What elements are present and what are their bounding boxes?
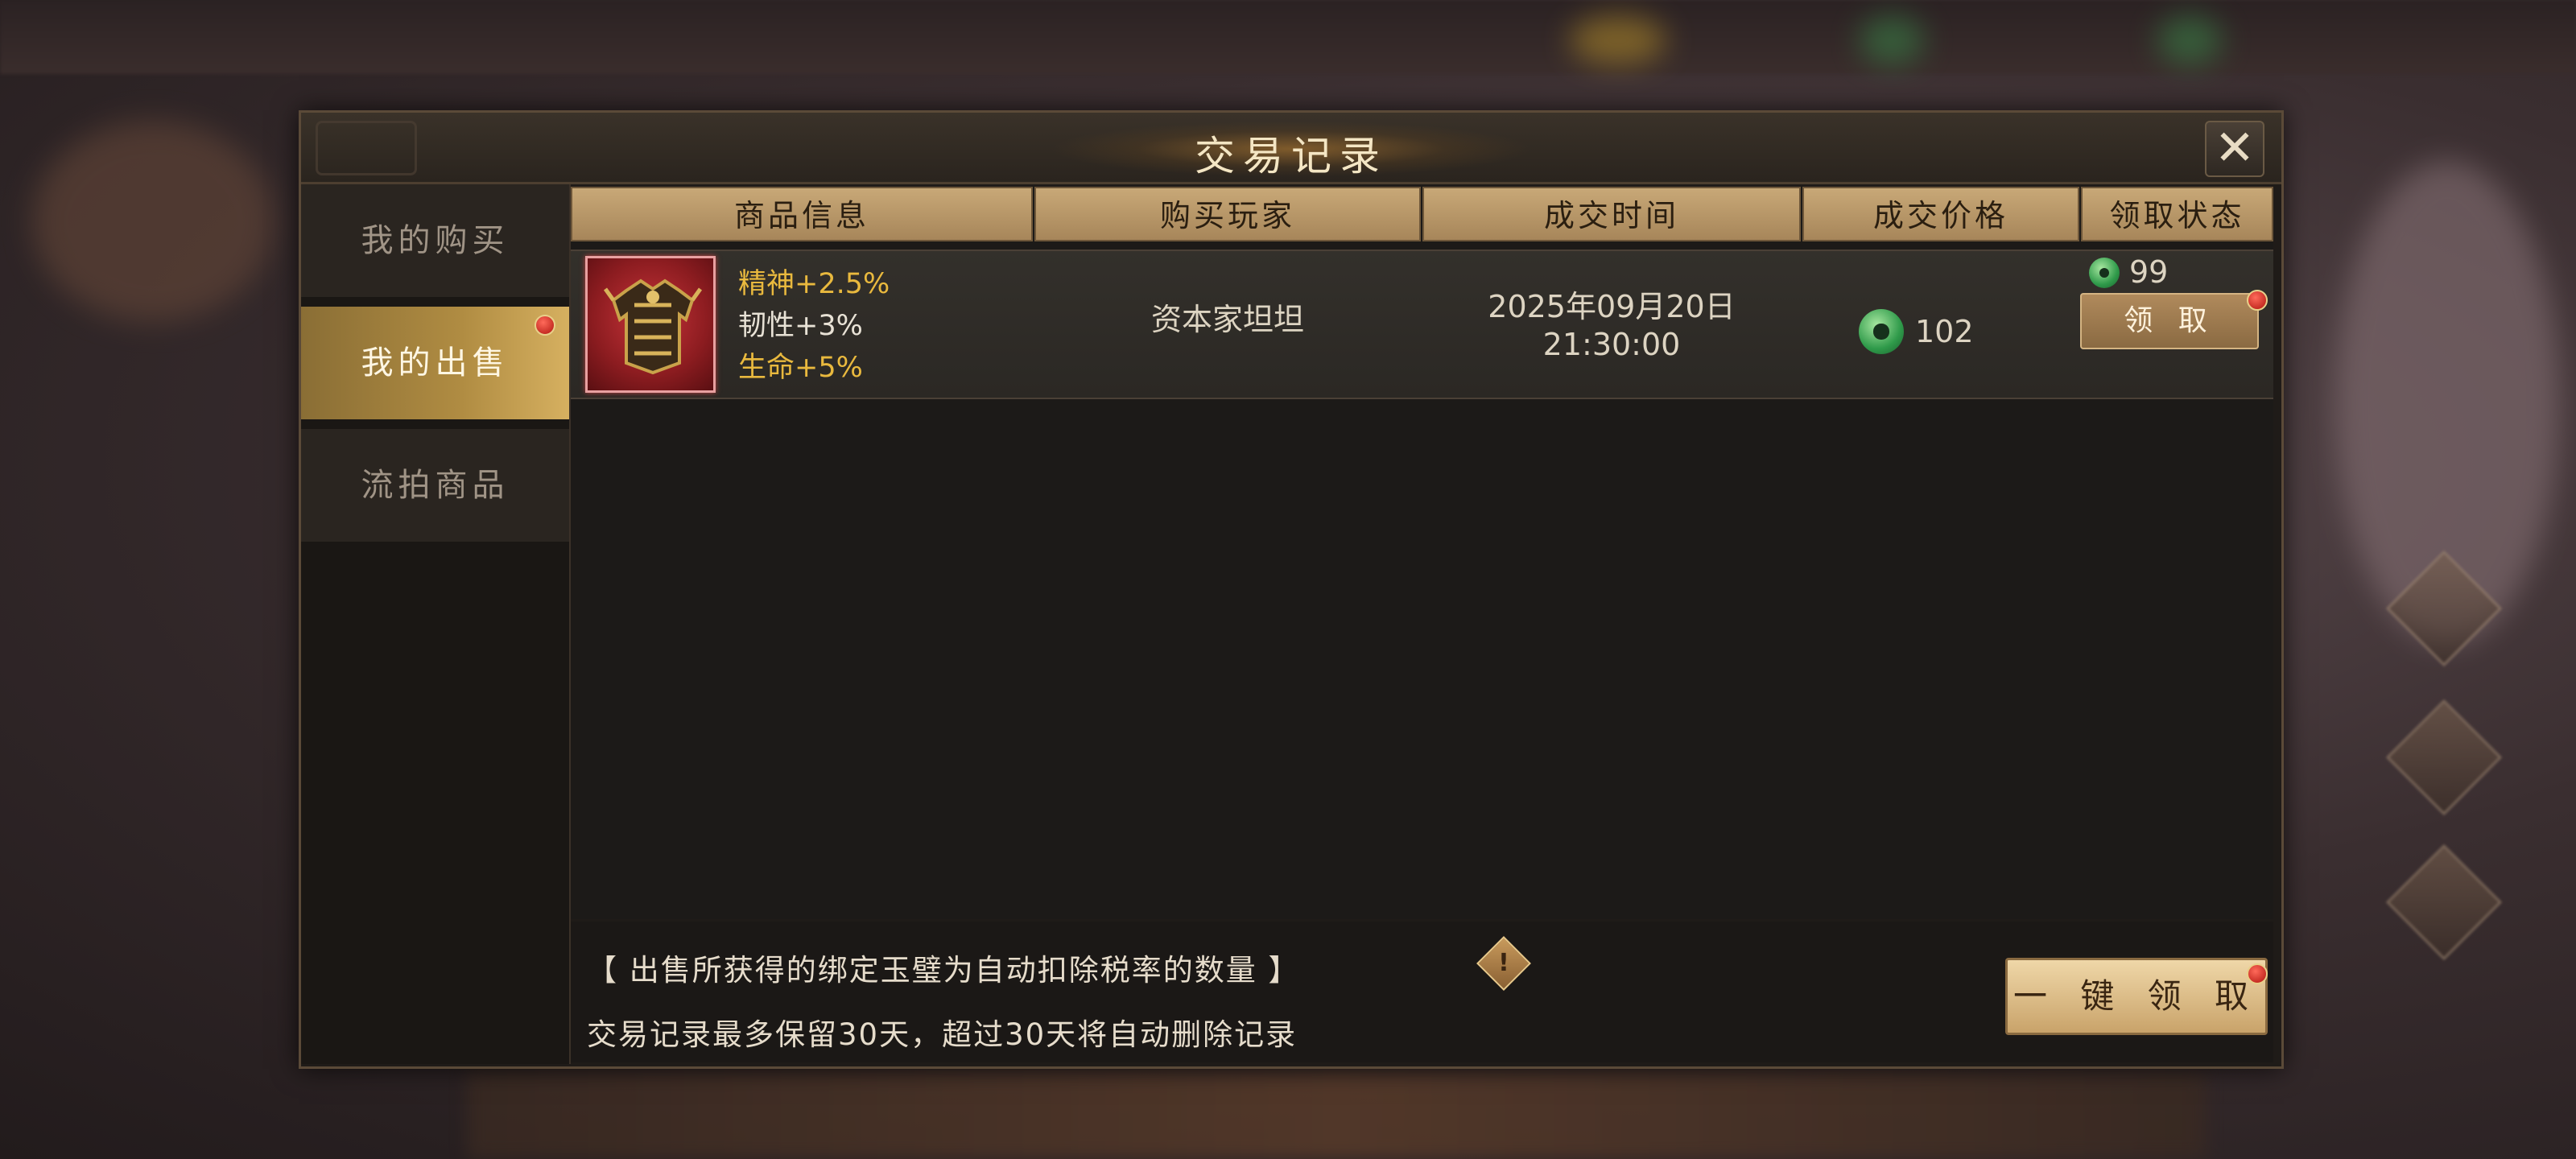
column-header-price: 成交价格 — [1802, 187, 2079, 241]
trade-time: 21:30:00 — [1542, 327, 1681, 362]
tab-unsold-items[interactable]: 流拍商品 — [301, 429, 569, 543]
claim-all-label: 一 键 领 取 — [2013, 976, 2260, 1016]
item-stat: 生命+5% — [738, 352, 863, 384]
tax-note: 【 出售所获得的绑定玉璧为自动扣除税率的数量 】 — [587, 953, 1300, 988]
background-blur — [2157, 16, 2222, 64]
dialog-title: 交易记录 — [1195, 133, 1388, 179]
background-bottom-bar — [467, 1070, 2206, 1159]
column-header-claim-status: 领取状态 — [2081, 187, 2273, 241]
claim-amount: 99 — [2129, 254, 2169, 290]
item-stat: 韧性+3% — [738, 310, 863, 342]
trade-record-dialog: 交易记录 ✕ 我的购买 我的出售 流拍商品 商品信息 购买玩家 成交时间 成交价… — [299, 110, 2284, 1069]
tab-label: 我的出售 — [361, 344, 510, 382]
trade-date: 2025年09月20日 — [1488, 289, 1736, 324]
dialog-footer: 【 出售所获得的绑定玉璧为自动扣除税率的数量 】 ! 交易记录最多保留30天，超… — [571, 922, 2273, 1062]
jade-coin-icon — [1859, 309, 1904, 354]
sidebar: 我的购买 我的出售 流拍商品 — [301, 184, 571, 1064]
side-menu-icon — [2385, 699, 2503, 816]
column-header-time: 成交时间 — [1422, 187, 1801, 241]
warning-mark: ! — [1498, 949, 1509, 977]
close-icon[interactable]: ✕ — [2205, 121, 2264, 177]
background-blur — [32, 121, 274, 322]
background-blur — [1860, 16, 1924, 64]
buyer-name: 资本家坦坦 — [1150, 302, 1304, 337]
claim-button[interactable]: 领 取 — [2080, 293, 2259, 349]
tab-my-purchases[interactable]: 我的购买 — [301, 184, 569, 299]
tab-my-sales[interactable]: 我的出售 — [301, 307, 569, 421]
notification-badge — [2247, 963, 2268, 984]
column-header-item-info: 商品信息 — [571, 187, 1033, 241]
notification-badge — [535, 315, 555, 336]
table-row: 精神+2.5% 韧性+3% 生命+5% 资本家坦坦 2025年09月20日 21… — [571, 250, 2273, 399]
jade-coin-icon — [2089, 258, 2120, 288]
dialog-header: 交易记录 ✕ — [301, 113, 2281, 184]
notification-badge — [2247, 290, 2268, 311]
item-slot[interactable] — [585, 256, 716, 393]
retention-note: 交易记录最多保留30天，超过30天将自动删除记录 — [587, 1017, 1298, 1052]
record-table: 商品信息 购买玩家 成交时间 成交价格 领取状态 精神+2.5% 韧性+3% 生… — [571, 187, 2273, 919]
trade-price: 102 — [1915, 314, 1974, 349]
item-stat: 精神+2.5% — [738, 268, 890, 300]
table-header: 商品信息 购买玩家 成交时间 成交价格 领取状态 — [571, 187, 2273, 245]
armor-icon — [603, 278, 703, 375]
background-blur — [1570, 16, 1666, 64]
claim-button-label: 领 取 — [2124, 304, 2215, 337]
column-header-buyer: 购买玩家 — [1034, 187, 1421, 241]
side-menu-icon — [2385, 843, 2503, 961]
claim-all-button[interactable]: 一 键 领 取 — [2005, 958, 2268, 1035]
